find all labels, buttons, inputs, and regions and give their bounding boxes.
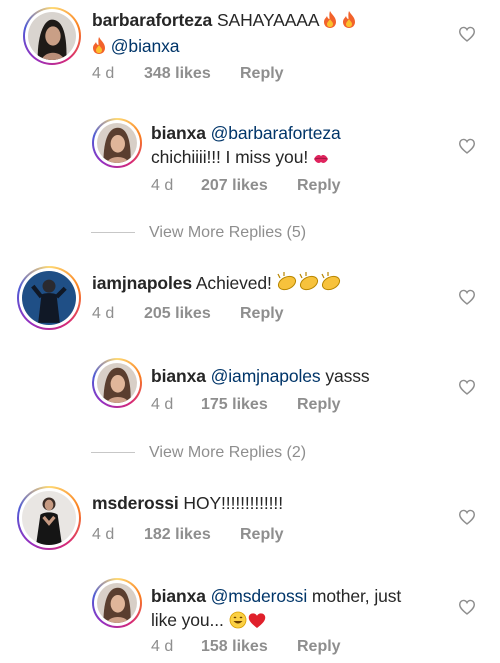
divider xyxy=(91,452,135,454)
mention-link[interactable]: @bianxa xyxy=(111,36,180,56)
likes-count[interactable]: 207 likes xyxy=(201,177,297,195)
heart-outline-icon[interactable] xyxy=(458,509,476,525)
avatar[interactable] xyxy=(23,7,81,65)
username[interactable]: msderossi xyxy=(92,493,179,513)
heart-outline-icon[interactable] xyxy=(458,138,476,154)
woman-portrait-icon xyxy=(97,123,137,163)
likes-count[interactable]: 348 likes xyxy=(144,65,240,83)
kiss-emoji-icon xyxy=(313,147,329,171)
comments-list: barbaraforteza SAHAYAAAA @bianxa 4 d 348 … xyxy=(0,0,500,663)
heart-outline-icon[interactable] xyxy=(458,289,476,305)
comment-meta: 4 d 182 likes Reply xyxy=(92,526,284,544)
mention-link[interactable]: @iamjnapoles xyxy=(211,366,321,386)
reply-button[interactable]: Reply xyxy=(240,305,284,323)
timestamp: 4 d xyxy=(92,305,115,322)
grinning-face-emoji-icon xyxy=(229,611,247,635)
reply-button[interactable]: Reply xyxy=(297,396,341,414)
woman-portrait-icon xyxy=(28,12,76,60)
clapping-hands-emoji-icon xyxy=(277,272,343,298)
timestamp: 4 d xyxy=(92,526,115,543)
avatar[interactable] xyxy=(17,266,81,330)
reply-button[interactable]: Reply xyxy=(240,65,284,83)
timestamp: 4 d xyxy=(92,65,115,82)
username[interactable]: bianxa xyxy=(151,123,206,143)
comment-body: SAHAYAAAA xyxy=(216,10,319,30)
mention-link[interactable]: @barbaraforteza xyxy=(211,123,341,143)
comment-body: like you... xyxy=(151,610,224,630)
username[interactable]: bianxa xyxy=(151,586,206,606)
woman-dark-dress-icon xyxy=(22,491,76,545)
fire-emoji-icon xyxy=(323,10,337,34)
view-more-label: View More Replies (2) xyxy=(149,444,307,461)
woman-portrait-icon xyxy=(97,363,137,403)
comment-meta: 4 d 158 likes Reply xyxy=(151,638,341,656)
timestamp: 4 d xyxy=(151,396,174,413)
likes-count[interactable]: 182 likes xyxy=(144,526,240,544)
comment-meta: 4 d 205 likes Reply xyxy=(92,305,284,323)
reply-button[interactable]: Reply xyxy=(240,526,284,544)
fire-emoji-icon xyxy=(342,10,356,34)
comment-text: barbaraforteza SAHAYAAAA @bianxa xyxy=(92,8,432,60)
heart-outline-icon[interactable] xyxy=(458,599,476,615)
comment-text: bianxa @msderossi mother, just like you.… xyxy=(151,584,451,635)
comment-body: yasss xyxy=(325,366,370,386)
divider xyxy=(91,232,135,234)
comment-meta: 4 d 348 likes Reply xyxy=(92,65,284,83)
fire-emoji-icon xyxy=(92,36,106,60)
avatar[interactable] xyxy=(92,578,142,628)
comment-text: msderossi HOY!!!!!!!!!!!!! xyxy=(92,491,432,515)
comment-text: bianxa @iamjnapoles yasss xyxy=(151,364,441,388)
view-more-replies-button[interactable]: View More Replies (5) xyxy=(91,224,306,242)
reply-button[interactable]: Reply xyxy=(297,638,341,656)
woman-portrait-icon xyxy=(97,583,137,623)
timestamp: 4 d xyxy=(151,638,174,655)
likes-count[interactable]: 205 likes xyxy=(144,305,240,323)
comment-meta: 4 d 175 likes Reply xyxy=(151,396,341,414)
comment-meta: 4 d 207 likes Reply xyxy=(151,177,341,195)
comment-body: mother, just xyxy=(311,586,402,606)
man-in-blue-icon xyxy=(22,271,76,325)
red-heart-emoji-icon xyxy=(248,611,266,635)
username[interactable]: barbaraforteza xyxy=(92,10,212,30)
comment-body: chichiiii!!! I miss you! xyxy=(151,147,309,167)
view-more-label: View More Replies (5) xyxy=(149,224,307,241)
view-more-replies-button[interactable]: View More Replies (2) xyxy=(91,444,306,462)
heart-outline-icon[interactable] xyxy=(458,379,476,395)
likes-count[interactable]: 175 likes xyxy=(201,396,297,414)
mention-link[interactable]: @msderossi xyxy=(211,586,308,606)
avatar[interactable] xyxy=(92,118,142,168)
comment-body: Achieved! xyxy=(195,273,272,293)
comment-text: iamjnapoles Achieved! xyxy=(92,271,432,298)
reply-button[interactable]: Reply xyxy=(297,177,341,195)
username[interactable]: bianxa xyxy=(151,366,206,386)
timestamp: 4 d xyxy=(151,177,174,194)
comment-body: HOY!!!!!!!!!!!!! xyxy=(183,493,283,513)
comment-text: bianxa @barbaraforteza chichiiii!!! I mi… xyxy=(151,121,441,171)
avatar[interactable] xyxy=(92,358,142,408)
username[interactable]: iamjnapoles xyxy=(92,273,192,293)
heart-outline-icon[interactable] xyxy=(458,26,476,42)
likes-count[interactable]: 158 likes xyxy=(201,638,297,656)
avatar[interactable] xyxy=(17,486,81,550)
